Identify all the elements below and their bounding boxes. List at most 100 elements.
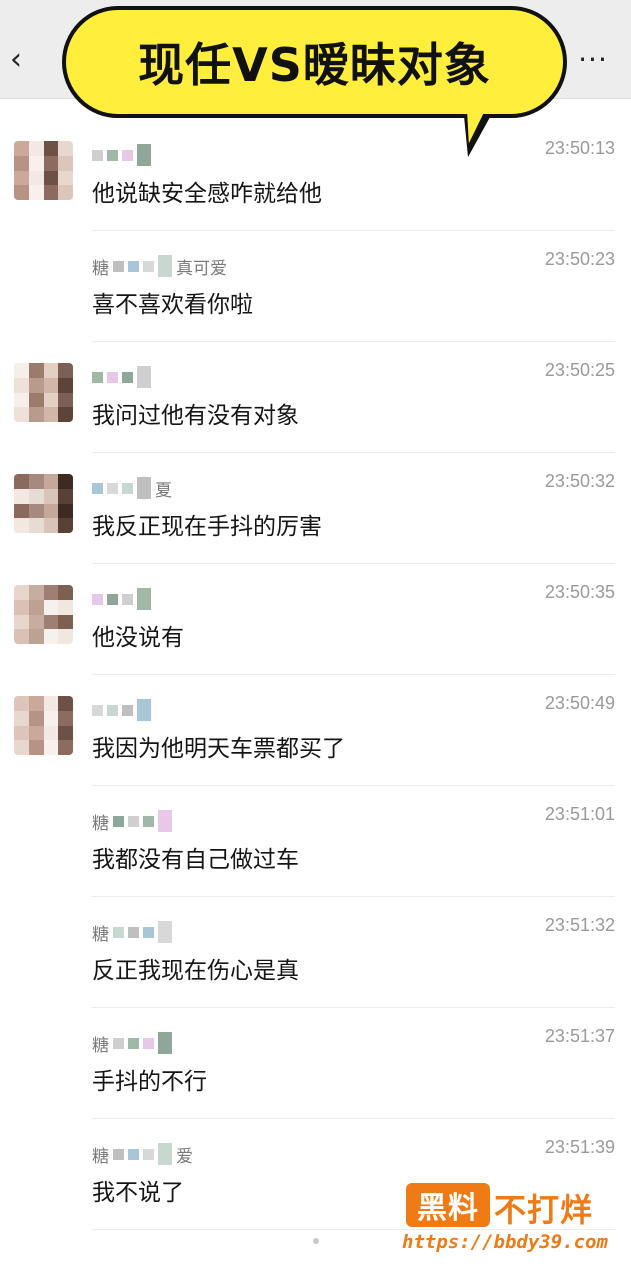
redacted-block [137,366,151,388]
redacted-block [113,815,124,827]
sender-name-text: 糖 [92,1035,109,1056]
sender-name: 糖 [92,1030,172,1056]
redacted-block [128,926,139,938]
message-time: 23:51:32 [544,915,615,935]
redacted-block [137,699,151,721]
avatar[interactable] [14,474,73,533]
avatar[interactable] [14,141,73,200]
redacted-block [143,1037,154,1049]
sender-name-text: 糖 [92,258,109,279]
redacted-block [158,810,172,832]
redacted-block [137,477,151,499]
redacted-block [113,1148,124,1160]
redacted-block [128,815,139,827]
watermark: 黑料 不打烊 https://bbdy39.com [402,1183,622,1263]
redacted-block [128,260,139,272]
message-time: 23:51:01 [544,804,615,824]
message-time: 23:50:32 [544,471,615,491]
redacted-block [143,260,154,272]
message-text: 他没说有 [92,625,184,651]
avatar[interactable] [14,363,73,422]
banner-title: 现任VS暧昧对象 [138,38,491,92]
sender-name-suffix: 夏 [155,480,172,501]
message-text: 反正我现在伤心是真 [92,958,299,984]
redacted-block [92,482,103,494]
sender-name-suffix: 真可爱 [176,258,227,279]
redacted-block [107,482,118,494]
message-row[interactable]: 夏 23:50:32 我反正现在手抖的厉害 [0,453,631,564]
redacted-block [143,815,154,827]
message-time: 23:50:35 [544,582,615,602]
redacted-block [128,1148,139,1160]
message-row[interactable]: 糖 23:51:32 反正我现在伤心是真 [0,897,631,1008]
page-indicator-dot [313,1238,319,1244]
sender-name: 夏 [92,475,172,501]
message-list[interactable]: 23:50:13 他说缺安全感咋就给他糖 真可爱 23:50:23 喜不喜欢看你啦 23:… [0,120,631,1230]
message-text: 我反正现在手抖的厉害 [92,514,322,540]
message-time: 23:50:13 [544,138,615,158]
message-row[interactable]: 糖 真可爱 23:50:23 喜不喜欢看你啦 [0,231,631,342]
redacted-block [107,371,118,383]
message-text: 他说缺安全感咋就给他 [92,181,322,207]
watermark-url: https://bbdy39.com [402,1231,608,1253]
message-row[interactable]: 糖 23:51:37 手抖的不行 [0,1008,631,1119]
sender-name-suffix: 爱 [176,1146,193,1167]
title-banner: 现任VS暧昧对象 [62,6,567,118]
sender-name [92,142,151,168]
sender-name [92,364,151,390]
sender-name-text: 糖 [92,813,109,834]
message-row[interactable]: 23:50:25 我问过他有没有对象 [0,342,631,453]
redacted-block [122,149,133,161]
message-text: 我不说了 [92,1180,184,1206]
redacted-block [158,255,172,277]
sender-name-text: 糖 [92,1146,109,1167]
message-time: 23:51:37 [544,1026,615,1046]
watermark-badge: 黑料 [406,1183,490,1227]
avatar[interactable] [14,696,73,755]
sender-name: 糖 [92,808,172,834]
redacted-block [92,593,103,605]
watermark-slogan: 不打烊 [494,1191,594,1229]
message-row[interactable]: 23:50:13 他说缺安全感咋就给他 [0,120,631,231]
message-row[interactable]: 糖 23:51:01 我都没有自己做过车 [0,786,631,897]
sender-name [92,697,151,723]
redacted-block [113,926,124,938]
message-text: 手抖的不行 [92,1069,207,1095]
redacted-block [158,1143,172,1165]
redacted-block [158,921,172,943]
message-time: 23:51:39 [544,1137,615,1157]
message-text: 我都没有自己做过车 [92,847,299,873]
redacted-block [122,482,133,494]
avatar[interactable] [14,585,73,644]
redacted-block [158,1032,172,1054]
sender-name: 糖 [92,919,172,945]
message-time: 23:50:25 [544,360,615,380]
redacted-block [143,926,154,938]
sender-name: 糖爱 [92,1141,193,1167]
redacted-block [122,593,133,605]
more-options-icon[interactable]: ··· [573,40,613,80]
redacted-block [107,704,118,716]
message-text: 我问过他有没有对象 [92,403,299,429]
redacted-block [92,704,103,716]
sender-name [92,586,151,612]
sender-name-text: 糖 [92,924,109,945]
message-time: 23:50:23 [544,249,615,269]
redacted-block [137,588,151,610]
redacted-block [143,1148,154,1160]
redacted-block [113,1037,124,1049]
message-text: 我因为他明天车票都买了 [92,736,345,762]
message-time: 23:50:49 [544,693,615,713]
redacted-block [113,260,124,272]
redacted-block [137,144,151,166]
sender-name: 糖 真可爱 [92,253,227,279]
message-text: 喜不喜欢看你啦 [92,292,253,318]
redacted-block [122,704,133,716]
redacted-block [92,371,103,383]
back-icon[interactable]: ‹ [10,40,40,80]
message-row[interactable]: 23:50:49 我因为他明天车票都买了 [0,675,631,786]
redacted-block [107,149,118,161]
message-row[interactable]: 23:50:35 他没说有 [0,564,631,675]
redacted-block [107,593,118,605]
redacted-block [128,1037,139,1049]
